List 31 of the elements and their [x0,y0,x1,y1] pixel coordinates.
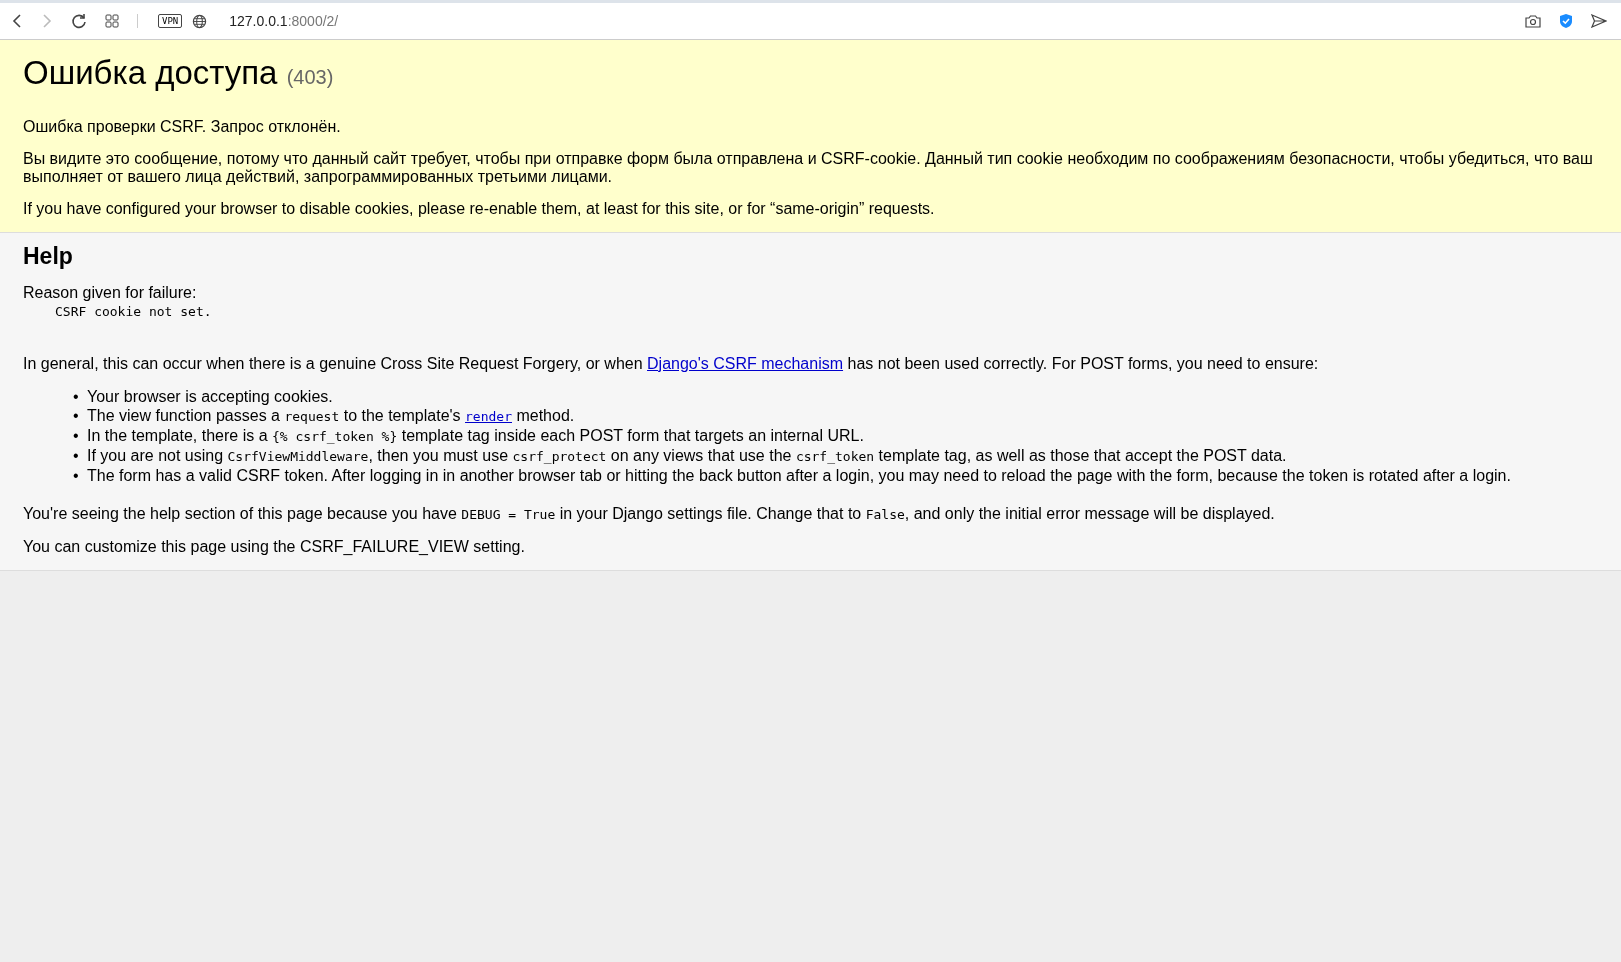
requirement-item: In the template, there is a {% csrf_token %} template tag inside each POST form that targets an internal URL. [87,426,864,446]
shield-check-icon[interactable] [1559,13,1573,29]
address-field[interactable]: 127.0.0.1:8000/2/ [229,13,339,29]
bullet-marker: • [73,446,80,466]
requirement-item: The form has a valid CSRF token. After logging in in another browser tab or hitting the back button after a login, you may need to reload the page with the form, because the token is rotated after a login. [87,466,1511,485]
bullet-marker: • [73,387,80,406]
send-icon[interactable] [1591,14,1607,28]
explanation-text: Вы видите это сообщение, потому что данный сайт требует, чтобы при отправке форм была отправлена и CSRF-cookie. Данный тип cookie необходим по соображениям безопасности, чтобы убедиться, что ваш выполняет от вашего лица действий, запрограммированных третьими лицами. [23,150,1594,186]
camera-icon[interactable] [1525,14,1541,28]
cookies-note: If you have configured your browser to disable cookies, please re-enable them, at least for this site, or for “same-origin” requests. [23,200,936,218]
error-title: Ошибка доступа (403) [23,54,335,92]
bullet-marker: • [73,406,80,426]
grid-icon[interactable] [105,14,119,28]
debug-note: You're seeing the help section of this page because you have DEBUG = True in your Django settings file. Change that to False, and only the initial error message will be displayed. [23,505,1276,524]
requirement-item: The view function passes a request to the template's render method. [87,406,575,426]
reason-label: Reason given for failure: [23,284,197,301]
customize-note: You can customize this page using the CSRF_FAILURE_VIEW setting. [23,538,526,556]
globe-icon [192,13,208,29]
requirement-item: Your browser is accepting cookies. [87,387,333,406]
bullet-marker: • [73,466,80,485]
requirement-item: If you are not using CsrfViewMiddleware, then you must use csrf_protect on any views that use the csrf_token template tag, as well as those that accept the POST data. [87,446,1287,466]
reason-text: CSRF cookie not set. [55,304,213,319]
vpn-badge[interactable]: VPN [158,14,183,28]
csrf-docs-link[interactable]: Django's CSRF mechanism [647,355,844,372]
render-link[interactable]: render [465,407,512,424]
bullet-marker: • [73,426,80,446]
help-heading: Help [23,243,74,270]
reload-icon[interactable] [71,13,87,29]
error-message: Ошибка проверки CSRF. Запрос отклонён. [23,118,342,136]
back-icon[interactable] [11,13,23,29]
help-intro: In general, this can occur when there is a genuine Cross Site Request Forgery, or when Django's CSRF mechanism has not been used correctly. For POST forms, you need to ensure: [23,355,1320,373]
